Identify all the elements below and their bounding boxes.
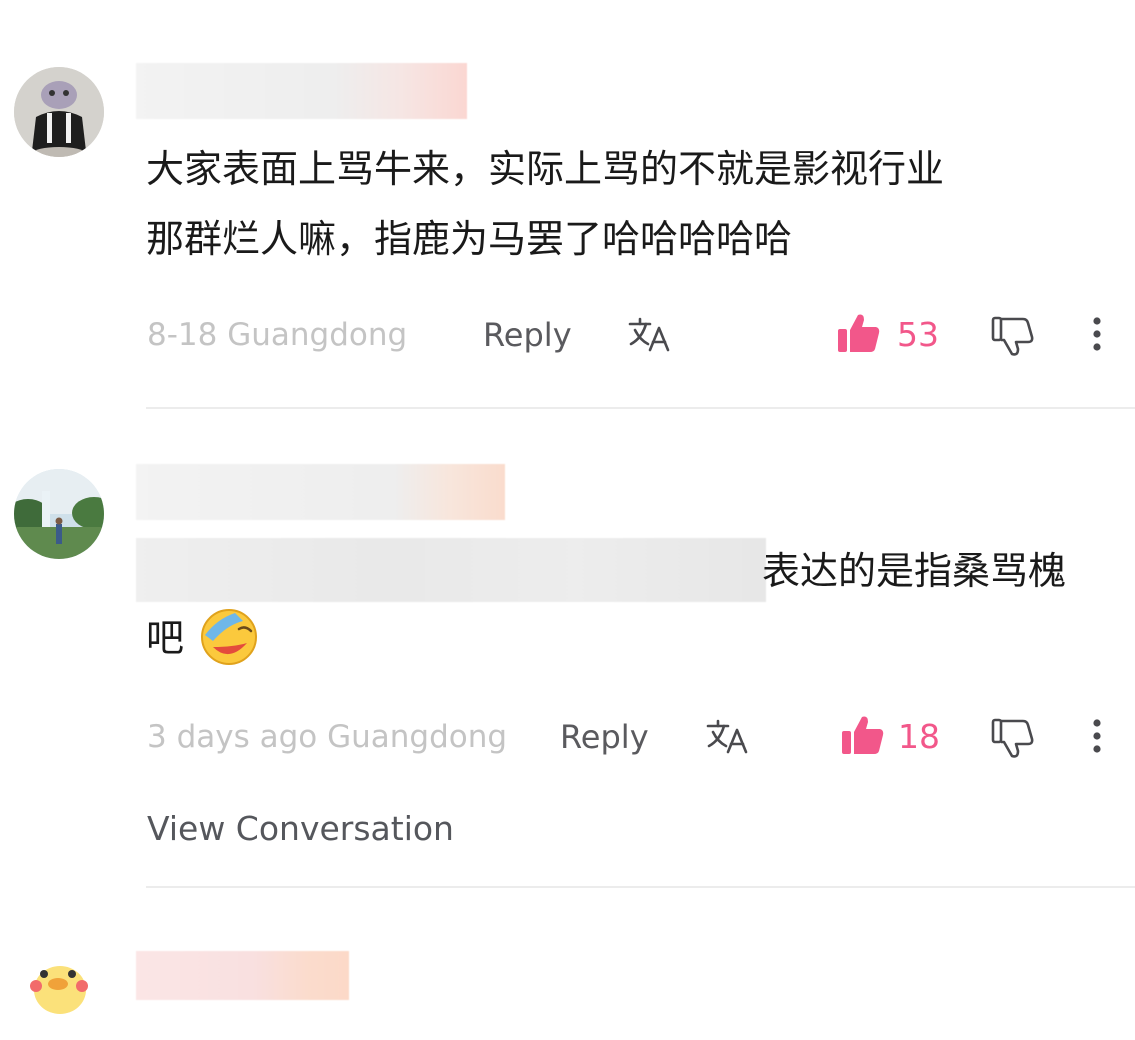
comment-meta: 8-18 Guangdong [147,317,408,353]
avatar-image [14,469,104,559]
avatar[interactable] [14,67,104,157]
thumbs-down-icon[interactable] [991,315,1035,361]
more-vertical-icon[interactable] [1089,718,1105,760]
laughing-emoji-icon [199,607,259,671]
avatar[interactable] [20,950,110,1040]
username-redacted[interactable] [136,464,505,520]
comment-text-redacted [136,538,766,602]
like-count: 53 [897,315,939,354]
more-vertical-icon[interactable] [1089,316,1105,358]
avatar-image [14,67,104,157]
avatar-image [20,950,110,1040]
thumbs-down-icon[interactable] [991,717,1035,763]
comment-text: 那群烂人嘛，指鹿为马罢了哈哈哈哈哈 [146,217,793,261]
translate-icon[interactable] [628,316,672,358]
avatar[interactable] [14,469,104,559]
translate-icon[interactable] [706,718,750,760]
comment-text: 吧 [146,616,185,660]
comment-text: 大家表面上骂牛来，实际上骂的不就是影视行业 [146,147,945,191]
username-redacted[interactable] [136,951,349,1000]
username-redacted[interactable] [136,63,467,119]
comment-text: 表达的是指桑骂槐 [762,549,1067,593]
comment-meta: 3 days ago Guangdong [147,719,508,755]
thumbs-up-icon[interactable] [841,714,885,760]
divider [146,407,1135,409]
reply-button[interactable]: Reply [483,315,572,355]
view-conversation-link[interactable]: View Conversation [147,808,454,850]
reply-button[interactable]: Reply [560,717,649,757]
divider [146,886,1135,888]
thumbs-up-icon[interactable] [837,312,881,358]
like-count: 18 [898,717,940,756]
